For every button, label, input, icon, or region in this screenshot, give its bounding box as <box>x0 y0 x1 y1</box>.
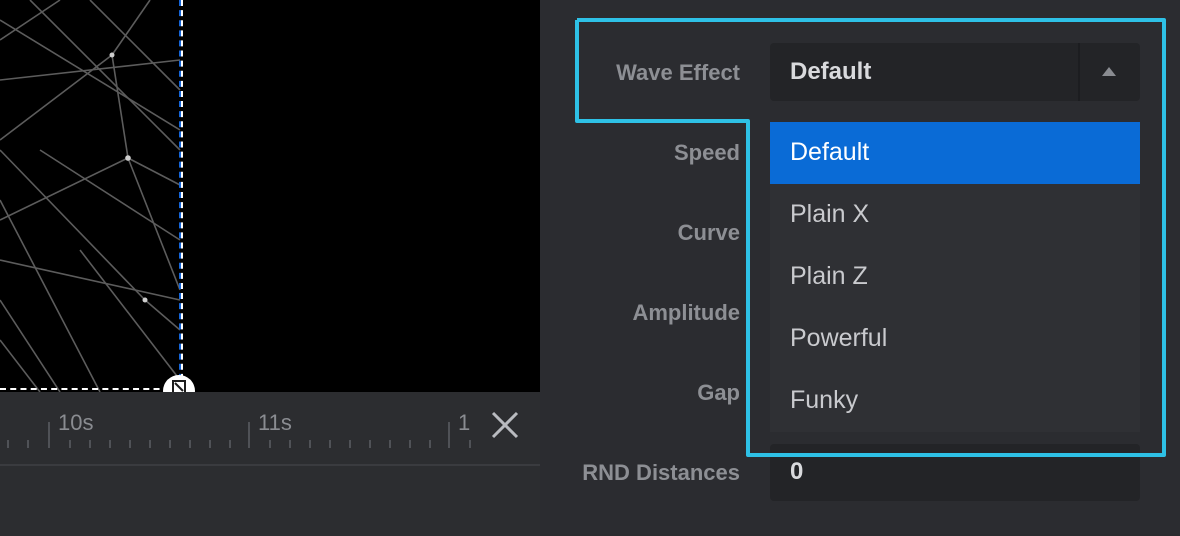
rnd-distances-input[interactable]: 0 <box>770 444 1140 501</box>
select-divider <box>1078 43 1080 101</box>
settings-panel: Wave Effect Default Speed Curve Amplitud… <box>540 0 1180 534</box>
option-funky[interactable]: Funky <box>770 370 1140 432</box>
wave-effect-label: Wave Effect <box>616 60 740 85</box>
timeline-tick-label: 11s <box>258 410 292 435</box>
triangle-up-icon[interactable] <box>1102 67 1116 76</box>
rnd-distances-label: RND Distances <box>582 460 740 485</box>
selection-border-bottom <box>0 388 180 390</box>
wave-effect-dropdown-list: Default Plain X Plain Z Powerful Funky <box>770 122 1140 432</box>
gap-label: Gap <box>697 380 740 405</box>
timeline-tick-label: 10s <box>58 410 94 435</box>
option-default[interactable]: Default <box>770 122 1140 184</box>
rnd-distances-value: 0 <box>790 458 804 485</box>
speed-label: Speed <box>673 140 740 165</box>
timeline-track[interactable] <box>0 464 540 536</box>
close-icon <box>491 411 519 439</box>
curve-label: Curve <box>677 220 740 245</box>
amplitude-label: Amplitude <box>632 300 740 325</box>
timeline-tick-label: 1 <box>458 410 471 435</box>
wave-effect-value: Default <box>790 58 872 85</box>
option-plain-x[interactable]: Plain X <box>770 184 1140 246</box>
option-plain-z[interactable]: Plain Z <box>770 246 1140 308</box>
selection-border-right-dash <box>181 0 183 390</box>
option-powerful[interactable]: Powerful <box>770 308 1140 370</box>
canvas-preview[interactable] <box>0 0 540 392</box>
wave-effect-select[interactable]: Default <box>770 43 1140 101</box>
timeline-ruler[interactable]: 10s 11s 1 <box>0 392 540 464</box>
close-button[interactable] <box>488 408 522 442</box>
wave-mesh-graphic <box>0 0 181 392</box>
